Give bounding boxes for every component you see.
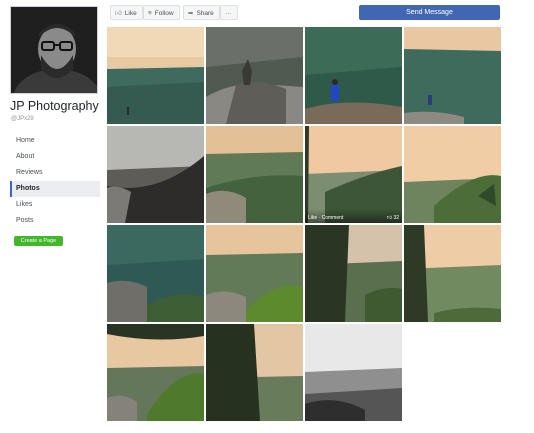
photo-thumbnail[interactable] [404,27,501,124]
photo-thumbnail[interactable] [305,27,402,124]
sidebar: JP Photography @JPx29 Home About Reviews… [0,0,104,433]
send-message-button[interactable]: Send Message [359,5,500,20]
page-nav: Home About Reviews Photos Likes Posts [10,133,100,229]
photo-thumbnail[interactable] [206,225,303,322]
nav-item-likes[interactable]: Likes [10,197,100,213]
photo-thumbnail[interactable]: Like · Comment 👍︎ 32 [305,126,402,223]
photo-thumbnail[interactable] [107,27,204,124]
profile-picture[interactable] [10,6,98,94]
photo-thumbnail[interactable] [206,126,303,223]
follow-button[interactable]: ≡ Follow [143,5,180,20]
photo-thumbnail[interactable] [305,324,402,421]
photo-thumbnail[interactable] [107,225,204,322]
reaction-count: 👍︎ 32 [387,215,399,221]
photo-thumbnail[interactable] [206,324,303,421]
photo-hover-bar: Like · Comment 👍︎ 32 [305,209,402,223]
thumbs-up-icon: 👍︎ [115,10,122,17]
nav-item-reviews[interactable]: Reviews [10,165,100,181]
share-label: Share [196,10,214,17]
page-handle[interactable]: @JPx29 [11,116,34,122]
thumbs-up-icon: 👍︎ [386,215,393,221]
photo-thumbnail[interactable] [305,225,402,322]
like-count: 32 [393,215,399,221]
photo-thumbnail[interactable] [107,126,204,223]
follow-label: Follow [154,10,174,17]
nav-item-posts[interactable]: Posts [10,213,100,229]
action-bar: 👍︎ Like ≡ Follow ➦ Share ··· Send Message [110,4,507,22]
like-comment-links[interactable]: Like · Comment [308,215,343,221]
nav-item-about[interactable]: About [10,149,100,165]
share-button[interactable]: ➦ Share [183,5,220,20]
photo-thumbnail[interactable] [404,225,501,322]
more-button[interactable]: ··· [220,5,238,20]
create-page-button[interactable]: Create a Page [14,236,63,246]
nav-item-photos[interactable]: Photos [10,181,100,197]
photo-thumbnail[interactable] [404,126,501,223]
share-arrow-icon: ➦ [188,10,194,17]
rss-icon: ≡ [148,10,152,17]
like-button[interactable]: 👍︎ Like [110,5,143,20]
photo-thumbnail[interactable] [107,324,204,421]
photo-thumbnail[interactable] [206,27,303,124]
page-title: JP Photography [10,99,99,113]
like-label: Like [124,10,137,17]
nav-item-home[interactable]: Home [10,133,100,149]
